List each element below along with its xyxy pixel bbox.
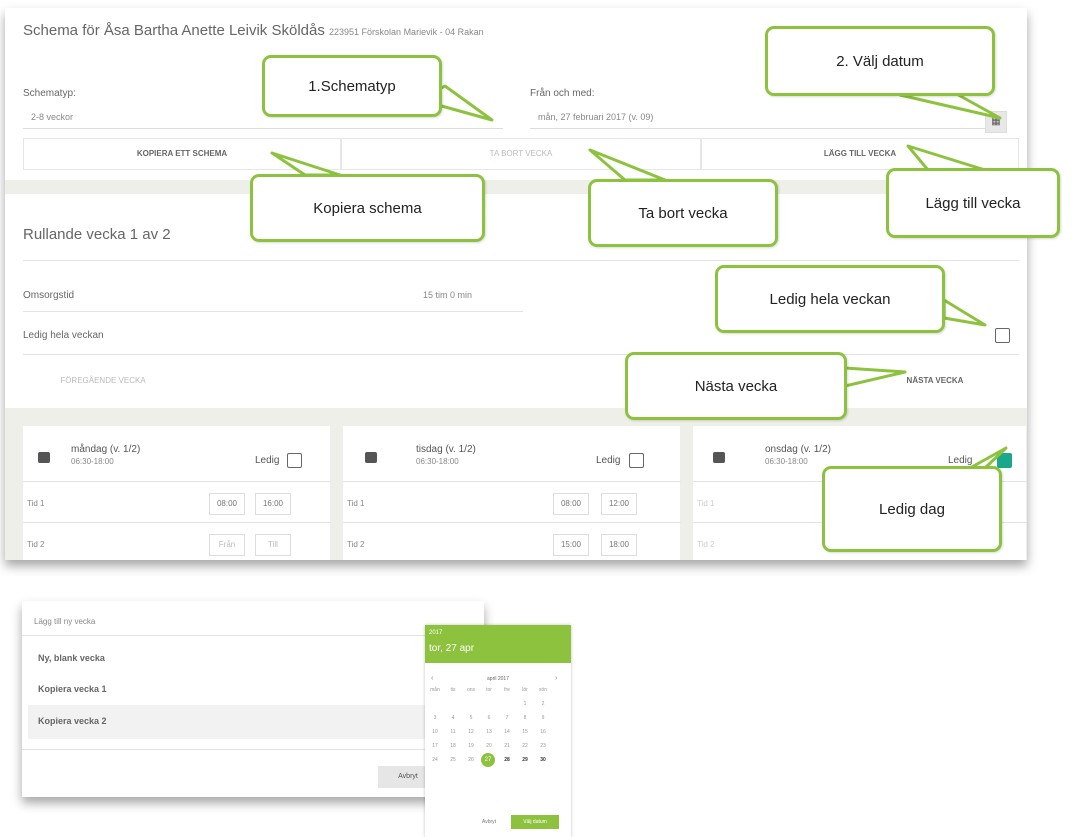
day-cell[interactable]: 22 [517,743,533,749]
day-cell[interactable]: 23 [535,743,551,749]
new-blank-week-option[interactable]: Ny, blank vecka [38,653,105,663]
day-cell[interactable]: 8 [517,715,533,721]
date-picker-header: 2017 tor, 27 apr [425,625,571,663]
day-cell[interactable]: 13 [481,729,497,735]
day-cell[interactable]: 1 [517,701,533,707]
day-cell[interactable]: 14 [499,729,515,735]
day-cell[interactable]: 11 [445,729,461,735]
date-picker-grid: mån tis ons tor fre lör sön 1 2 3 4 5 6 … [425,687,571,817]
date-picker: 2017 tor, 27 apr ‹ april 2017 › mån tis … [425,625,571,837]
weekday-label: ons [466,687,476,693]
day-cell[interactable]: 10 [427,729,443,735]
date-ok-button[interactable]: Välj datum [511,815,559,829]
callout-free-day: Ledig dag [822,466,1002,552]
day-cell[interactable]: 30 [535,757,551,763]
date-picker-selected: tor, 27 apr [429,643,475,654]
callout-next-week: Nästa vecka [625,352,847,420]
copy-week-2-option[interactable]: Kopiera vecka 2 [38,716,107,726]
day-cell[interactable]: 6 [481,715,497,721]
day-cell[interactable]: 26 [463,757,479,763]
weekday-label: fre [504,687,510,693]
day-cell[interactable]: 7 [499,715,515,721]
divider [22,635,484,636]
callout-schematyp: 1.Schematyp [262,55,442,117]
date-picker-year: 2017 [429,630,443,636]
day-cell[interactable]: 21 [499,743,515,749]
weekday-label: sön [538,687,548,693]
day-cell[interactable]: 15 [517,729,533,735]
date-cancel-button[interactable]: Avbryt [471,815,507,829]
dialog-title: Lägg till ny vecka [34,617,96,626]
day-cell[interactable]: 20 [481,743,497,749]
day-cell[interactable]: 18 [445,743,461,749]
next-month-icon[interactable]: › [555,675,557,682]
callout-copy-schedule: Kopiera schema [250,174,485,242]
day-cell-selected[interactable]: 27 [481,753,495,767]
add-week-dialog: Lägg till ny vecka Ny, blank vecka Kopie… [22,601,484,797]
day-cell[interactable]: 24 [427,757,443,763]
day-cell[interactable]: 28 [499,757,515,763]
callout-remove-week: Ta bort vecka [588,179,778,247]
weekday-label: mån [430,687,440,693]
day-cell[interactable]: 16 [535,729,551,735]
divider [22,749,484,750]
copy-week-1-option[interactable]: Kopiera vecka 1 [38,684,107,694]
day-cell[interactable]: 5 [463,715,479,721]
day-cell[interactable]: 12 [463,729,479,735]
day-cell[interactable]: 9 [535,715,551,721]
day-cell[interactable]: 3 [427,715,443,721]
callout-choose-date: 2. Välj datum [765,26,995,96]
day-cell[interactable]: 19 [463,743,479,749]
day-cell[interactable]: 29 [517,757,533,763]
weekday-label: tis [450,687,456,693]
day-cell[interactable]: 4 [445,715,461,721]
weekday-label: lör [522,687,528,693]
weekday-label: tor [486,687,492,693]
date-picker-month: april 2017 [487,676,509,682]
callout-add-week: Lägg till vecka [886,168,1060,238]
day-cell[interactable]: 17 [427,743,443,749]
callout-free-week: Ledig hela veckan [715,265,945,333]
day-cell[interactable]: 2 [535,701,551,707]
day-cell[interactable]: 25 [445,757,461,763]
